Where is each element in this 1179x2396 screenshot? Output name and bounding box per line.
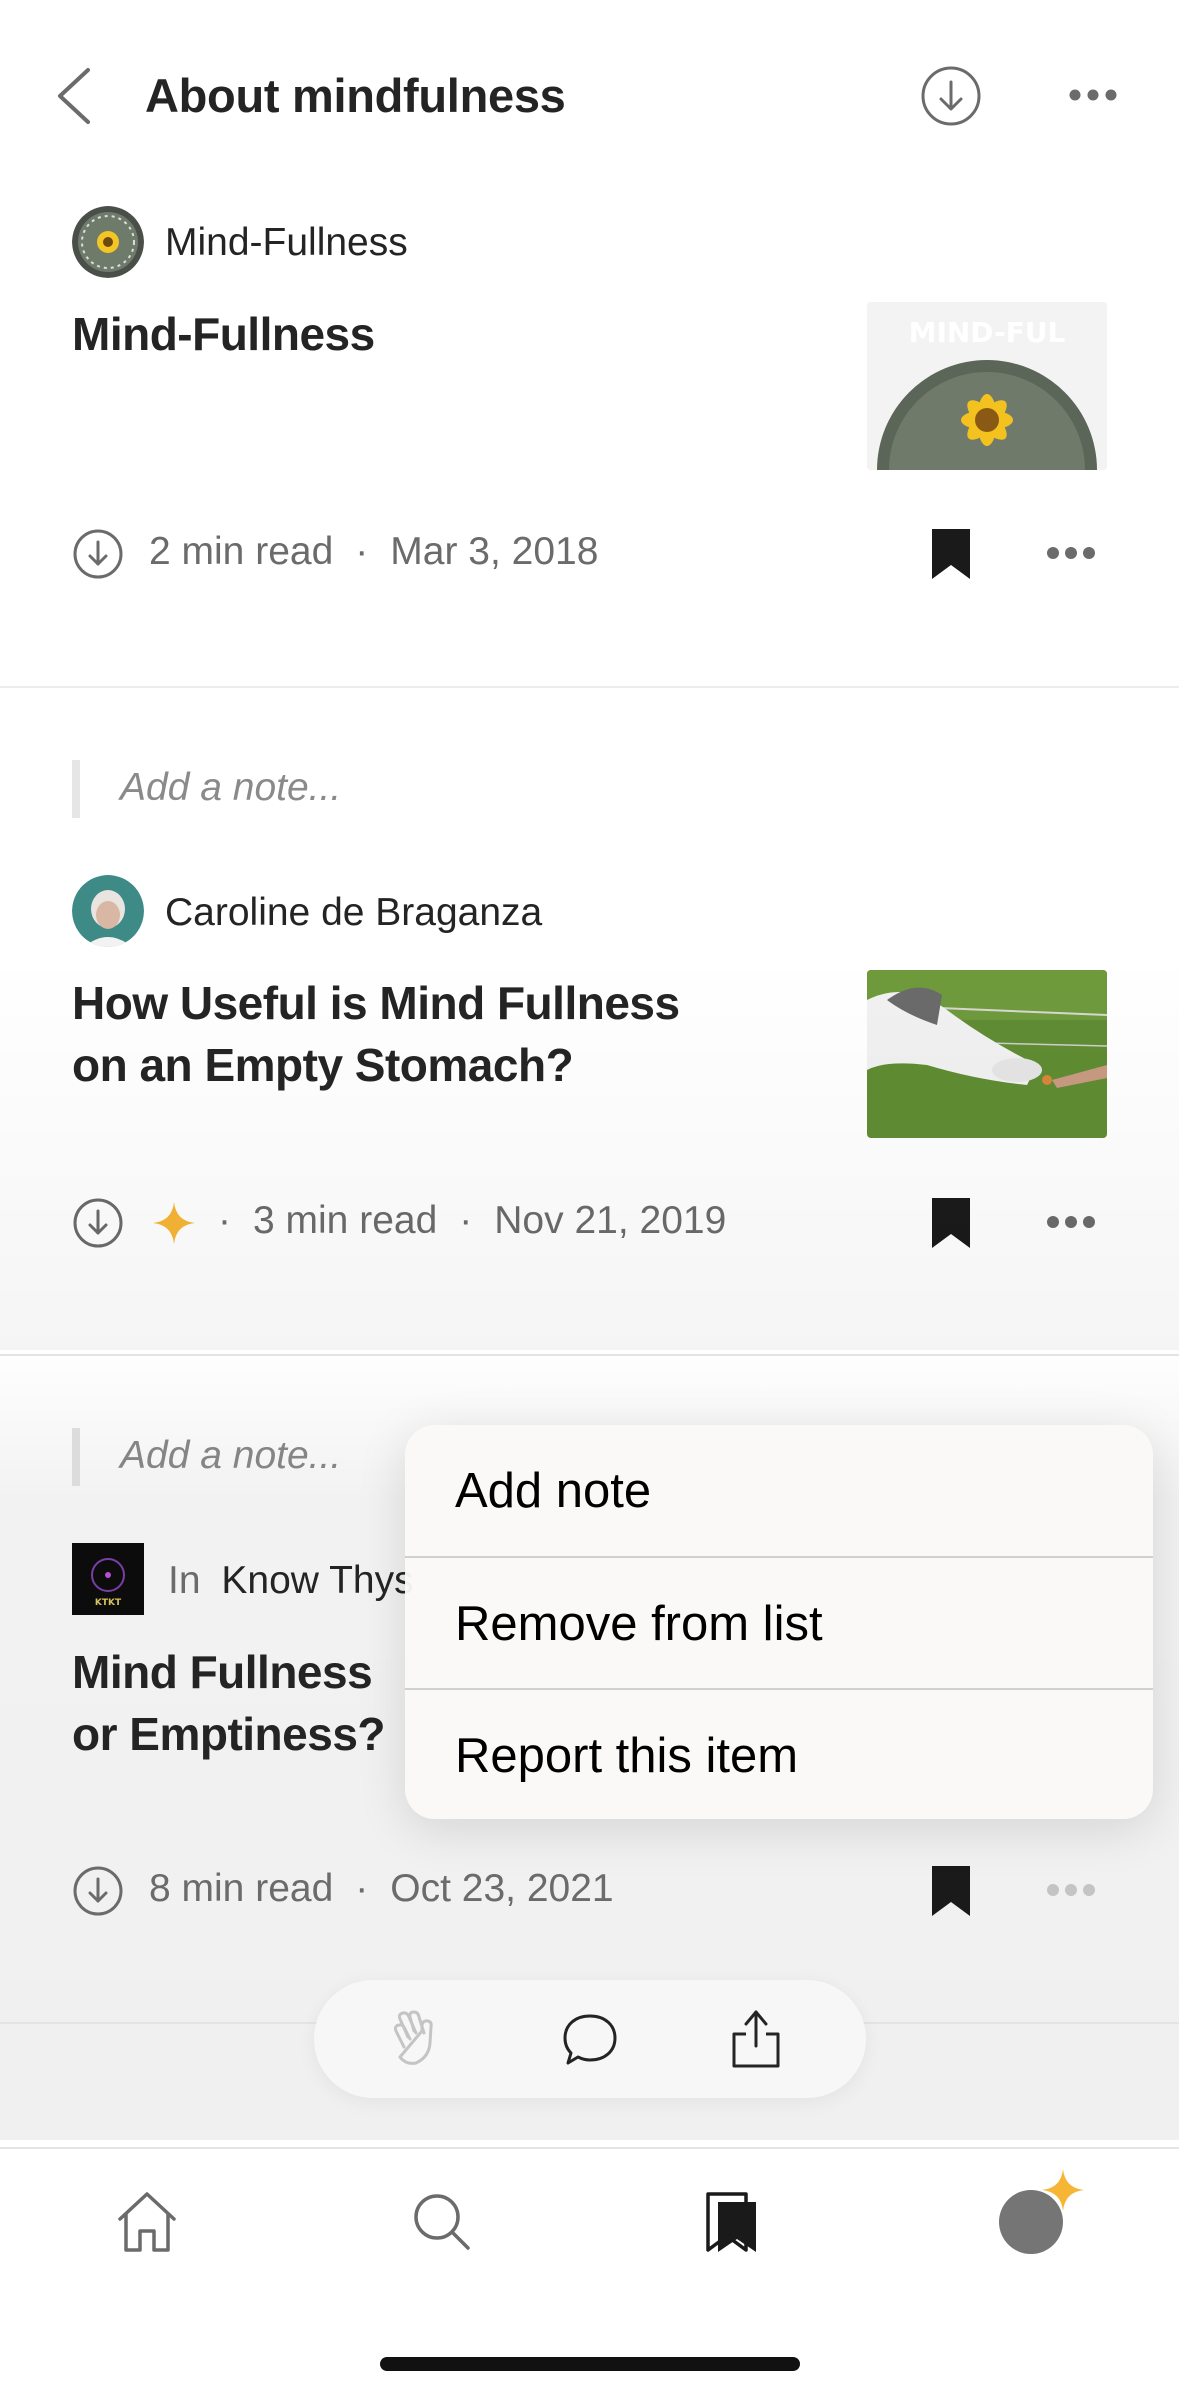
publication-line[interactable]: In Know Thys [168, 1559, 414, 1603]
read-time: 2 min read [149, 530, 334, 573]
publish-date: Nov 21, 2019 [494, 1199, 727, 1242]
article-title-line: on an Empty Stomach? [72, 1039, 574, 1091]
download-icon[interactable] [72, 528, 124, 580]
article-title[interactable]: Mind Fullness or Emptiness? [72, 1641, 386, 1765]
publication-name: Know Thys [221, 1559, 414, 1602]
floating-action-bar [314, 1980, 866, 2098]
article-thumbnail[interactable]: MIND-FUL [867, 302, 1107, 470]
clap-icon[interactable] [386, 2007, 450, 2071]
download-icon[interactable] [72, 1197, 124, 1249]
note-bar [72, 1428, 80, 1486]
home-icon[interactable] [114, 2189, 180, 2255]
article-title-line: Mind Fullness [72, 1646, 373, 1698]
publish-date: Mar 3, 2018 [390, 530, 599, 573]
meta-separator: · [355, 1867, 369, 1910]
author-name[interactable]: Mind-Fullness [165, 221, 408, 265]
article-thumbnail[interactable] [867, 970, 1107, 1138]
bookmarks-icon[interactable] [704, 2190, 764, 2254]
comment-icon[interactable] [560, 2010, 620, 2070]
meta-separator: · [218, 1199, 231, 1242]
author-avatar[interactable] [72, 206, 144, 278]
download-icon[interactable] [72, 1865, 124, 1917]
add-note-input[interactable]: Add a note... [120, 1434, 341, 1478]
thumbnail-text: MIND-FUL [909, 316, 1066, 349]
menu-item-label: Remove from list [455, 1596, 823, 1651]
article-title-line: How Useful is Mind Fullness [72, 977, 680, 1029]
divider [0, 1354, 1179, 1356]
article-meta: 2 min read · Mar 3, 2018 [149, 530, 598, 574]
meta-separator: · [355, 530, 369, 573]
menu-item-label: Add note [455, 1463, 652, 1518]
divider [0, 686, 1179, 688]
tabbar-border [0, 2147, 1179, 2149]
bookmark-filled-icon[interactable] [930, 1196, 972, 1250]
note-bar [72, 760, 80, 818]
bookmark-filled-icon[interactable] [930, 1864, 972, 1918]
more-options-icon[interactable] [1046, 1882, 1096, 1898]
member-star-icon [1042, 2169, 1084, 2211]
logo-text: KTKT [95, 1598, 122, 1608]
member-star-icon [153, 1202, 195, 1244]
menu-item-remove-from-list[interactable]: Remove from list [405, 1558, 1153, 1689]
page-title: About mindfulness [145, 69, 566, 122]
article-title[interactable]: Mind-Fullness [72, 303, 375, 365]
publication-prefix: In [168, 1559, 201, 1602]
share-icon[interactable] [726, 2006, 786, 2070]
back-chevron-icon[interactable] [52, 66, 96, 126]
menu-item-report[interactable]: Report this item [405, 1690, 1153, 1819]
article-meta: 8 min read · Oct 23, 2021 [149, 1867, 614, 1911]
menu-item-label: Report this item [455, 1728, 799, 1783]
menu-item-add-note[interactable]: Add note [405, 1425, 1153, 1556]
more-options-icon[interactable] [1068, 80, 1118, 110]
home-indicator [380, 2357, 800, 2371]
context-menu: Add note Remove from list Report this it… [405, 1425, 1153, 1819]
more-options-icon[interactable] [1046, 545, 1096, 561]
publish-date: Oct 23, 2021 [390, 1867, 614, 1910]
publication-logo[interactable]: KTKT [72, 1543, 144, 1615]
add-note-input[interactable]: Add a note... [120, 766, 341, 810]
download-list-icon[interactable] [919, 64, 983, 128]
article-title-line: or Emptiness? [72, 1708, 386, 1760]
author-name[interactable]: Caroline de Braganza [165, 891, 542, 935]
meta-separator: · [459, 1199, 473, 1242]
read-time: 3 min read [253, 1199, 438, 1242]
article-title[interactable]: How Useful is Mind Fullness on an Empty … [72, 972, 680, 1096]
author-avatar[interactable] [72, 875, 144, 947]
more-options-icon[interactable] [1046, 1214, 1096, 1230]
article-meta: · 3 min read · Nov 21, 2019 [218, 1199, 726, 1243]
read-time: 8 min read [149, 1867, 334, 1910]
bookmark-filled-icon[interactable] [930, 527, 972, 581]
search-icon[interactable] [412, 2192, 472, 2252]
